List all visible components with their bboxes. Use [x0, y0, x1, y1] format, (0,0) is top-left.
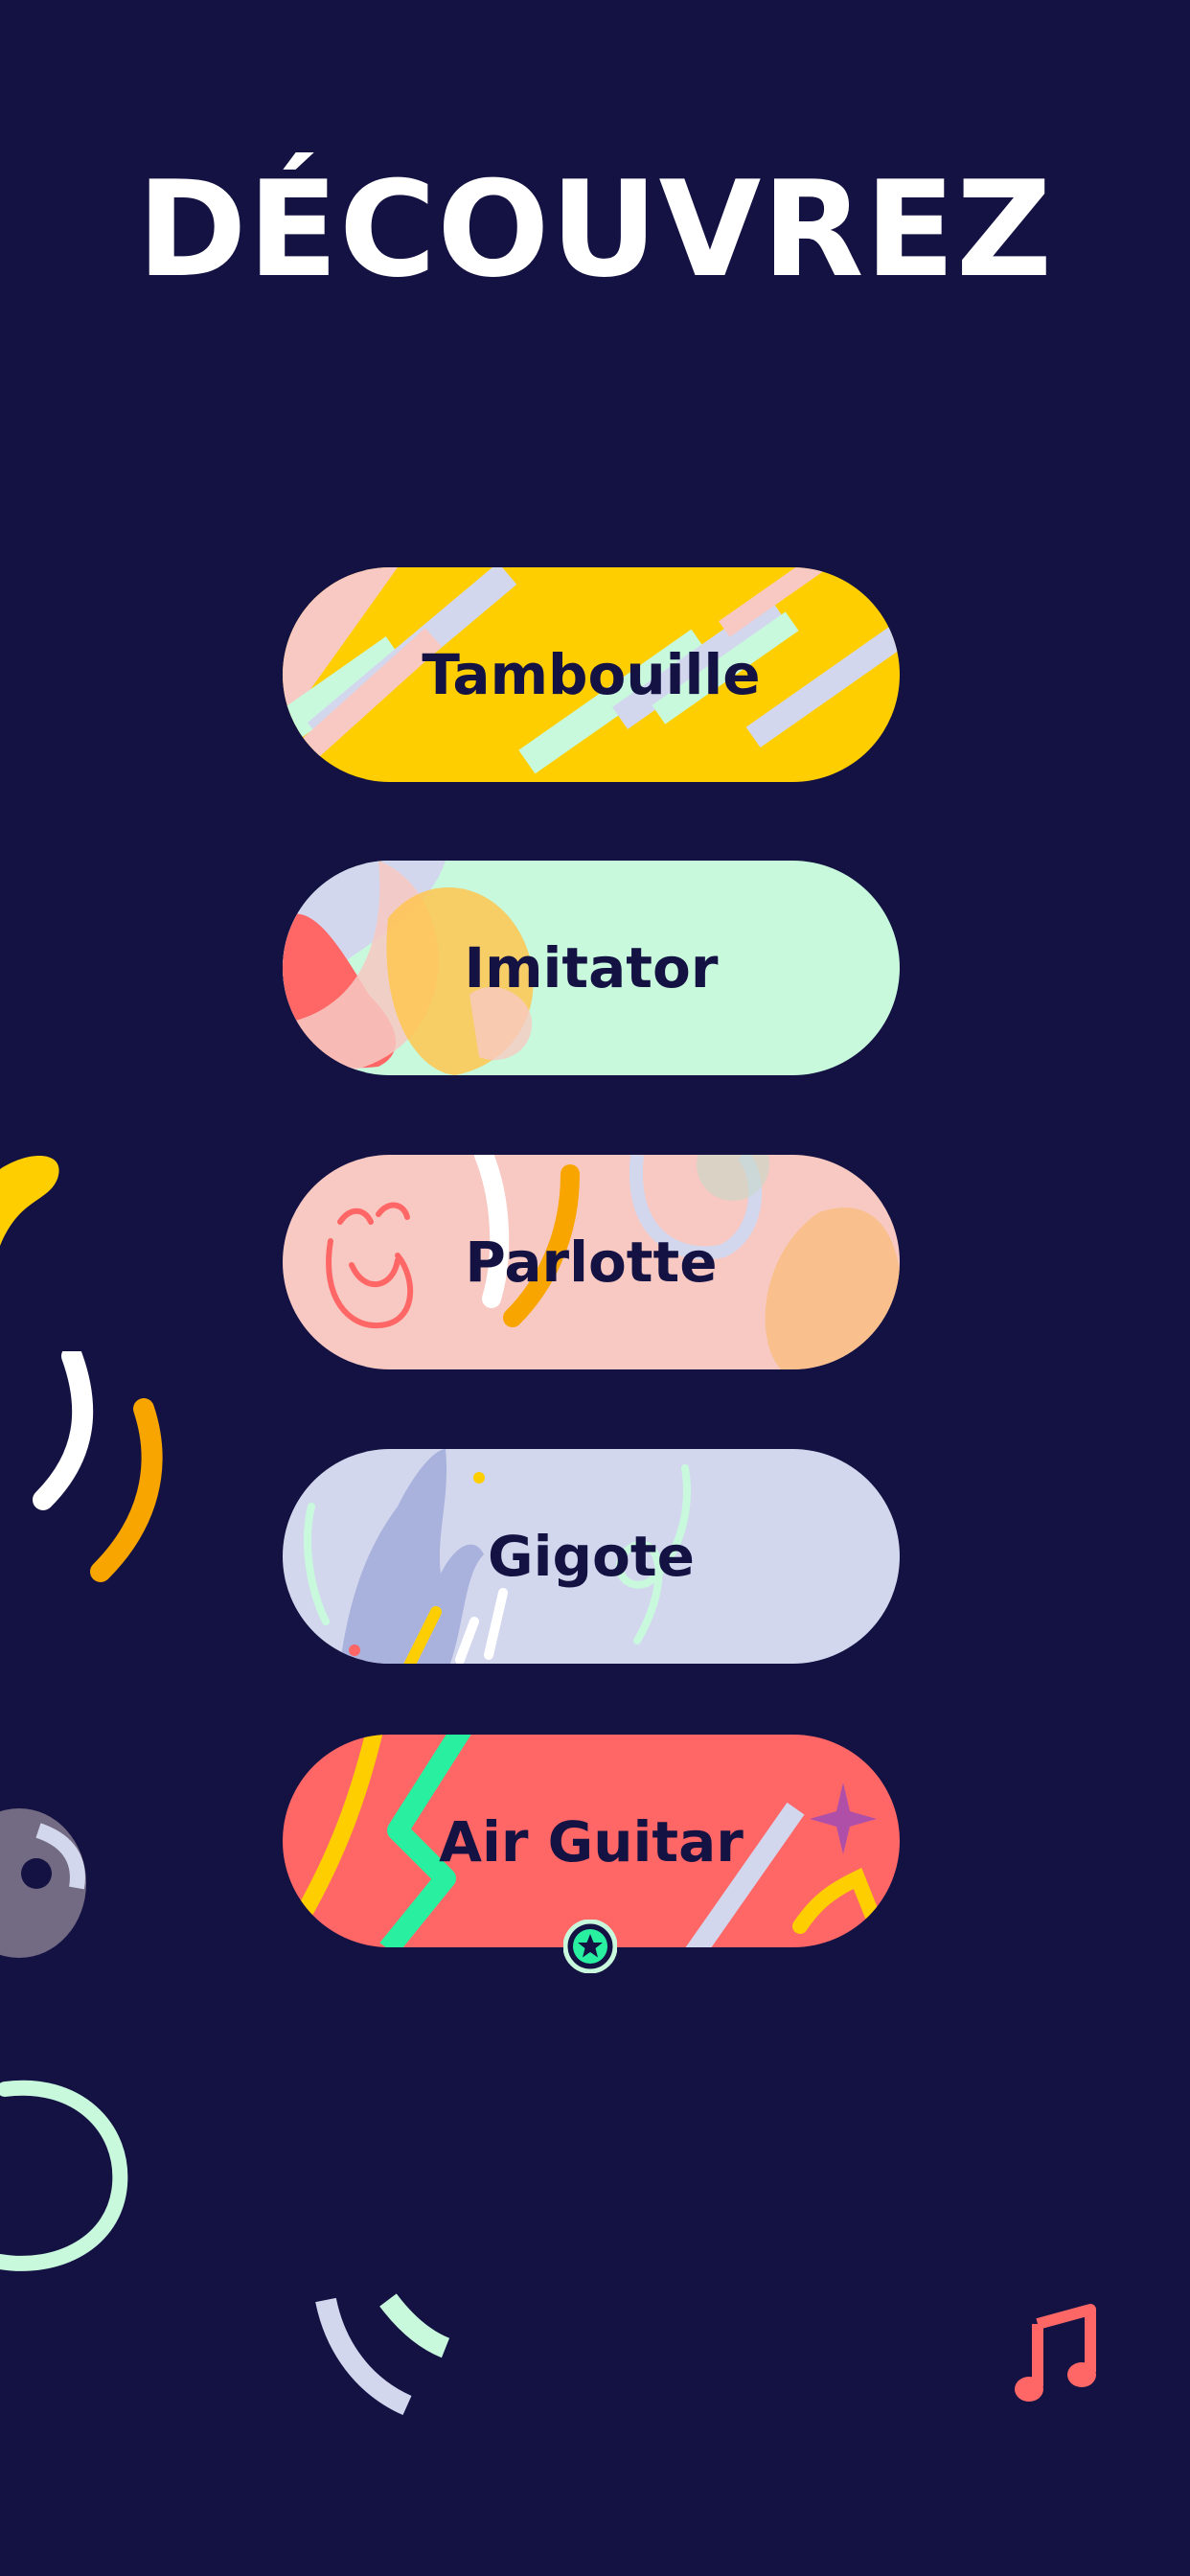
game-label: Imitator: [464, 935, 719, 1000]
music-note-icon: [1015, 2304, 1096, 2402]
game-label: Air Guitar: [439, 1809, 744, 1874]
game-label: Parlotte: [465, 1230, 718, 1295]
game-label: Gigote: [488, 1524, 695, 1589]
game-button-imitator[interactable]: Imitator: [283, 861, 900, 1075]
game-label: Tambouille: [422, 642, 761, 707]
page-title: DÉCOUVREZ: [137, 152, 1053, 307]
mint-ring-decoration: [0, 2080, 128, 2271]
yellow-blob-decoration: [0, 1156, 59, 1246]
star-badge-icon: [563, 1920, 617, 1973]
game-button-air-guitar[interactable]: Air Guitar: [283, 1735, 900, 1947]
sound-waves-decoration: [33, 1351, 163, 1582]
gray-ball-decoration: [0, 1808, 86, 1958]
game-button-gigote[interactable]: Gigote: [283, 1449, 900, 1664]
game-button-parlotte[interactable]: Parlotte: [283, 1155, 900, 1369]
game-button-tambouille[interactable]: Tambouille: [283, 567, 900, 782]
lines-decoration: [315, 2293, 450, 2416]
